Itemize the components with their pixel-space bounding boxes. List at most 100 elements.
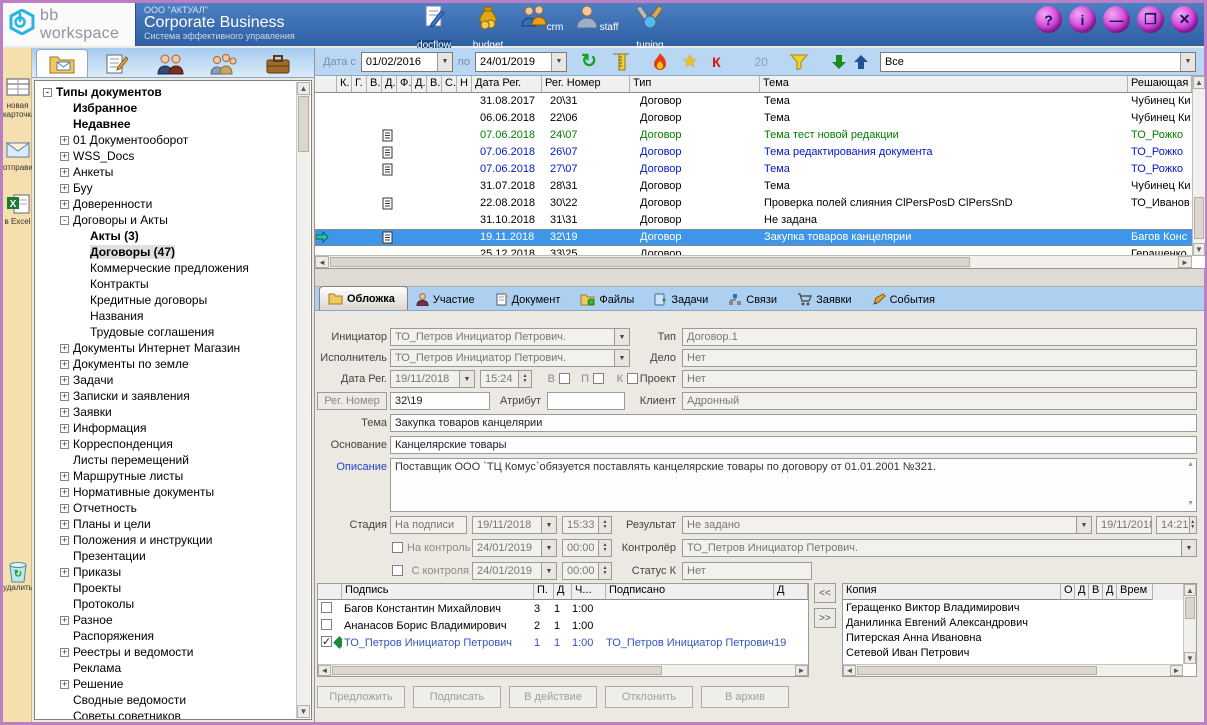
chevron-down-icon[interactable]: ▼ xyxy=(1076,517,1091,533)
scroll-left-button[interactable]: ◄ xyxy=(843,665,856,676)
chevron-down-icon[interactable]: ▼ xyxy=(1180,53,1195,71)
theme-field[interactable]: Закупка товаров канцелярии xyxy=(390,414,1197,432)
case-field[interactable]: Нет xyxy=(682,349,1197,367)
sort-up-icon[interactable] xyxy=(854,54,868,70)
tree-item[interactable]: Договоры (47) xyxy=(39,244,311,260)
table-row[interactable]: Данилинка Евгений Александрович xyxy=(843,615,1196,630)
table-row[interactable]: 31.08.201720\31ДоговорТемаЧубинец Ки xyxy=(315,93,1205,110)
tree-item[interactable]: +Отчетность xyxy=(39,500,311,516)
header-cell[interactable]: Г. xyxy=(352,76,367,93)
archive-button[interactable]: В архив xyxy=(701,686,789,708)
expand-icon[interactable]: + xyxy=(60,136,69,145)
tree-item[interactable]: +WSS_Docs xyxy=(39,148,311,164)
tree-item[interactable]: Кредитные договоры xyxy=(39,292,311,308)
header-cell[interactable]: Д. xyxy=(382,76,397,93)
tree-item[interactable]: +Доверенности xyxy=(39,196,311,212)
ruler-icon[interactable] xyxy=(611,53,631,71)
horizontal-scrollbar[interactable]: ◄ ► xyxy=(315,255,1192,268)
scroll-thumb[interactable] xyxy=(330,257,970,267)
chevron-down-icon[interactable]: ▼ xyxy=(541,517,556,533)
k-icon[interactable]: К xyxy=(712,54,721,70)
header-cell[interactable]: Копия xyxy=(843,584,1061,600)
table-row[interactable]: 22.08.201830\22ДоговорПроверка полей сли… xyxy=(315,195,1205,212)
scroll-up-button[interactable]: ▲ xyxy=(297,82,310,95)
header-cell[interactable] xyxy=(315,76,337,93)
chevron-down-icon[interactable]: ▼ xyxy=(459,371,474,387)
scroll-left-button[interactable]: ◄ xyxy=(318,665,331,676)
header-cell[interactable]: Д xyxy=(774,584,808,600)
header-cell[interactable]: Дата Рег. xyxy=(472,76,542,93)
scroll-left-button[interactable]: ◄ xyxy=(315,256,329,268)
header-cell[interactable]: Решающая xyxy=(1128,76,1192,93)
tab-requests[interactable]: Заявки xyxy=(789,289,864,310)
tree-item[interactable]: +Реестры и ведомости xyxy=(39,644,311,660)
table-row[interactable]: Сетевой Иван Петрович xyxy=(843,645,1196,660)
tree-item[interactable]: +Задачи xyxy=(39,372,311,388)
chevron-down-icon[interactable]: ▼ xyxy=(541,540,556,556)
spinner-buttons[interactable]: ▲▼ xyxy=(1189,517,1196,533)
reg-number-field[interactable]: 32\19 xyxy=(390,392,490,410)
tab-links[interactable]: Связи xyxy=(720,289,789,310)
expand-icon[interactable]: + xyxy=(60,472,69,481)
chevron-down-icon[interactable]: ▼ xyxy=(1181,540,1196,556)
header-cell[interactable]: Ф. xyxy=(397,76,412,93)
header-cell[interactable]: В xyxy=(1089,584,1103,600)
executor-combo[interactable]: ТО_Петров Инициатор Петрович.▼ xyxy=(390,349,630,367)
tree-item[interactable]: +Буу xyxy=(39,180,311,196)
attribute-field[interactable] xyxy=(547,392,625,410)
off-control-time-spinner[interactable]: 00:00▲▼ xyxy=(562,562,612,580)
header-cell[interactable]: П. xyxy=(534,584,554,600)
tree-item[interactable]: -Договоры и Акты xyxy=(39,212,311,228)
fire-icon[interactable] xyxy=(653,53,668,71)
table-row[interactable]: ТО_Петров Инициатор Петрович111:00ТО_Пет… xyxy=(318,634,808,651)
client-field[interactable]: Адронный xyxy=(682,392,1197,410)
scroll-right-button[interactable]: ► xyxy=(1170,665,1183,676)
table-row[interactable]: 31.07.201828\31ДоговорТемаЧубинец Ки xyxy=(315,178,1205,195)
result-date-combo[interactable]: 19/11/2018▼ xyxy=(1096,516,1152,534)
signature-checkbox[interactable] xyxy=(321,619,332,630)
spinner-buttons[interactable]: ▲▼ xyxy=(518,371,531,387)
header-cell[interactable]: Д xyxy=(1103,584,1117,600)
flag-p-checkbox[interactable] xyxy=(593,373,604,384)
tab-events[interactable]: События xyxy=(864,289,947,310)
result-time-spinner[interactable]: 14:21▲▼ xyxy=(1156,516,1197,534)
sidebar-tab-notes[interactable] xyxy=(90,51,142,77)
activate-button[interactable]: В действие xyxy=(509,686,597,708)
sign-button[interactable]: Подписать xyxy=(413,686,501,708)
propose-button[interactable]: Предложить xyxy=(317,686,405,708)
table-row[interactable]: Ананасов Борис Владимирович211:00 xyxy=(318,617,808,634)
collapse-icon[interactable]: - xyxy=(60,216,69,225)
reg-date-combo[interactable]: 19/11/2018▼ xyxy=(390,370,475,388)
info-button[interactable]: i xyxy=(1069,6,1096,33)
minimize-button[interactable]: — xyxy=(1103,6,1130,33)
tree-item[interactable]: +Маршрутные листы xyxy=(39,468,311,484)
module-tuning[interactable]: tuning xyxy=(627,4,673,53)
sidebar-tab-meeting[interactable] xyxy=(198,51,250,77)
maximize-button[interactable]: ❐ xyxy=(1137,6,1164,33)
chevron-down-icon[interactable]: ▼ xyxy=(551,53,566,71)
project-field[interactable]: Нет xyxy=(682,370,1197,388)
header-cell[interactable]: К. xyxy=(337,76,352,93)
tree-item[interactable]: Сводные ведомости xyxy=(39,692,311,708)
spinner-buttons[interactable]: ▲▼ xyxy=(598,517,611,533)
tree-item[interactable]: Недавнее xyxy=(39,116,311,132)
tree-item[interactable]: Названия xyxy=(39,308,311,324)
tab-tasks[interactable]: Задачи xyxy=(646,289,720,310)
stage-field[interactable]: На подписи xyxy=(390,516,467,534)
delete-button[interactable]: ↻удалить xyxy=(3,560,32,593)
module-staff[interactable]: staff xyxy=(573,4,619,53)
sidebar-tab-people[interactable] xyxy=(144,51,196,77)
tree-item[interactable]: Презентации xyxy=(39,548,311,564)
scroll-up-button[interactable]: ▲ xyxy=(1193,76,1205,89)
date-to-combo[interactable]: 24/01/2019 ▼ xyxy=(475,52,567,72)
table-row[interactable]: 07.06.201824\07ДоговорТема тест новой ре… xyxy=(315,127,1205,144)
controller-combo[interactable]: ТО_Петров Инициатор Петрович.▼ xyxy=(682,539,1197,557)
expand-icon[interactable]: + xyxy=(60,680,69,689)
signature-checkbox[interactable] xyxy=(321,602,332,613)
stage-time-spinner[interactable]: 15:33▲▼ xyxy=(562,516,612,534)
tree-item[interactable]: Коммерческие предложения xyxy=(39,260,311,276)
flag-v-checkbox[interactable] xyxy=(559,373,570,384)
tree-item[interactable]: +Записки и заявления xyxy=(39,388,311,404)
scroll-thumb[interactable] xyxy=(298,96,309,152)
header-cell[interactable]: В. xyxy=(367,76,382,93)
